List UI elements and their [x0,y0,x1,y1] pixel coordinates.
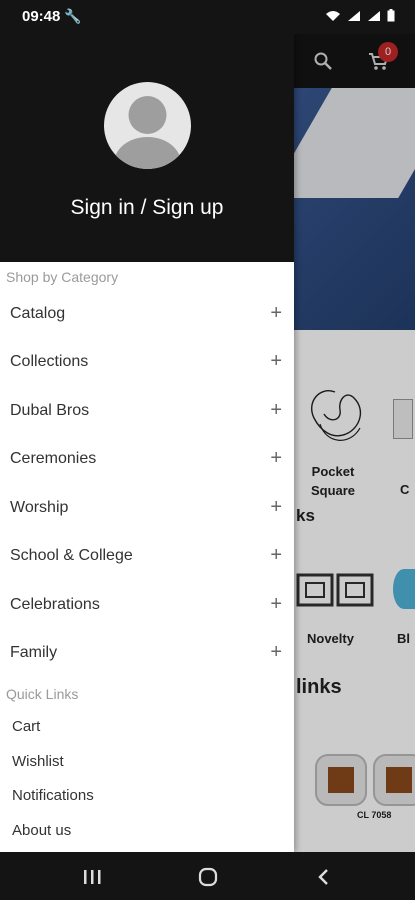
quick-links-heading: Quick Links [6,686,79,702]
menu-item-label: Ceremonies [10,450,97,467]
menu-item-celebrations[interactable]: Celebrations + [0,583,294,631]
menu-item-dubal-bros[interactable]: Dubal Bros + [0,389,294,437]
menu-item-label: Dubal Bros [10,402,90,419]
menu-item-label: School & College [10,547,133,564]
menu-item-label: Family [10,644,58,661]
menu-item-label: Collections [10,353,89,370]
home-icon[interactable] [196,866,220,888]
sign-in-link[interactable]: Sign in / Sign up [0,196,294,220]
shop-by-category-heading: Shop by Category [6,269,119,285]
menu-item-label: Catalog [10,305,66,322]
expand-plus-icon[interactable]: + [270,447,282,470]
expand-plus-icon[interactable]: + [270,593,282,616]
signal-icon [348,10,360,21]
menu-item-collections[interactable]: Collections + [0,340,294,388]
expand-plus-icon[interactable]: + [270,302,282,325]
wrench-icon: 🔧 [64,8,82,24]
expand-plus-icon[interactable]: + [270,399,282,422]
avatar-icon[interactable] [104,82,191,169]
signal-icon-2 [368,10,380,21]
expand-plus-icon[interactable]: + [270,641,282,664]
expand-plus-icon[interactable]: + [270,350,282,373]
menu-item-school-college[interactable]: School & College + [0,534,294,582]
menu-item-label: Worship [10,499,69,516]
menu-item-ceremonies[interactable]: Ceremonies + [0,437,294,485]
menu-item-label: Celebrations [10,596,100,613]
back-icon[interactable] [312,866,336,888]
battery-icon [387,9,395,22]
quick-link-wishlist[interactable]: Wishlist [12,753,64,770]
recent-apps-icon[interactable] [80,866,104,888]
menu-item-worship[interactable]: Worship + [0,486,294,534]
status-time: 09:48 [22,8,61,25]
drawer-header: Sign in / Sign up [0,34,294,262]
quick-link-notifications[interactable]: Notifications [12,787,94,804]
system-nav-bar [0,852,415,900]
menu-item-catalog[interactable]: Catalog + [0,292,294,340]
navigation-drawer: Sign in / Sign up Shop by Category Catal… [0,34,294,852]
menu-item-family[interactable]: Family + [0,631,294,679]
quick-link-about-us[interactable]: About us [12,822,71,839]
status-bar: 09:48 🔧 [0,0,415,34]
quick-link-cart[interactable]: Cart [12,718,40,735]
expand-plus-icon[interactable]: + [270,544,282,567]
status-icons [325,9,395,22]
expand-plus-icon[interactable]: + [270,496,282,519]
wifi-icon [326,10,340,21]
